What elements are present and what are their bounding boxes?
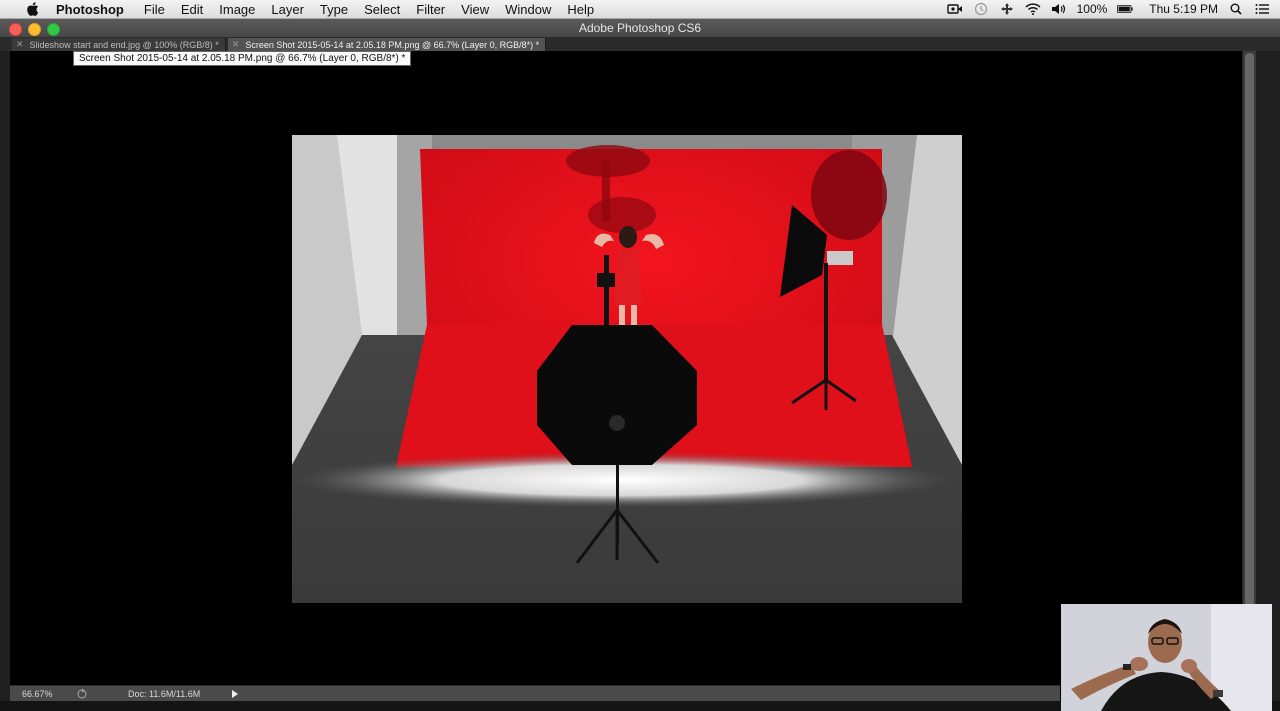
wifi-icon[interactable] — [1025, 2, 1041, 16]
menu-image[interactable]: Image — [219, 2, 255, 17]
time-machine-icon[interactable] — [973, 2, 989, 16]
close-window-button[interactable] — [9, 23, 22, 36]
screen-record-icon[interactable] — [946, 2, 963, 16]
window-title: Adobe Photoshop CS6 — [578, 21, 702, 35]
app-menu-photoshop[interactable]: Photoshop — [56, 2, 124, 17]
rotate-view-icon[interactable] — [76, 688, 88, 700]
status-bar: 66.67% Doc: 11.6M/11.6M — [10, 685, 1060, 702]
tab-label: Screen Shot 2015-05-14 at 2.05.18 PM.png… — [245, 39, 540, 50]
zoom-level[interactable]: 66.67% — [10, 689, 74, 699]
menu-select[interactable]: Select — [364, 2, 400, 17]
status-menus: 100% Thu 5:19 PM — [946, 0, 1270, 18]
presenter-webcam-overlay — [1061, 604, 1272, 711]
menu-filter[interactable]: Filter — [416, 2, 445, 17]
notification-center-icon[interactable] — [1254, 2, 1270, 16]
document-size-info[interactable]: Doc: 11.6M/11.6M — [128, 689, 200, 699]
battery-percent: 100% — [1076, 2, 1108, 16]
minimize-window-button[interactable] — [28, 23, 41, 36]
battery-icon[interactable] — [1117, 2, 1133, 16]
volume-icon[interactable] — [1051, 2, 1067, 16]
menu-view[interactable]: View — [461, 2, 489, 17]
presenter-video-frame — [1061, 604, 1272, 711]
left-panel-edge — [0, 51, 10, 711]
status-menu-arrow-icon[interactable] — [230, 689, 240, 699]
document-tab-slideshow[interactable]: ✕ Slideshow start and end.jpg @ 100% (RG… — [12, 38, 226, 51]
menu-window[interactable]: Window — [505, 2, 551, 17]
close-tab-icon[interactable]: ✕ — [16, 39, 24, 50]
document-image[interactable] — [292, 135, 962, 603]
spotlight-search-icon[interactable] — [1228, 2, 1244, 16]
zoom-window-button[interactable] — [47, 23, 60, 36]
window-controls — [9, 23, 60, 36]
scrollbar-thumb[interactable] — [1245, 53, 1254, 681]
tab-tooltip: Screen Shot 2015-05-14 at 2.05.18 PM.png… — [73, 51, 412, 66]
studio-illustration — [292, 135, 962, 603]
move-icon[interactable] — [999, 2, 1015, 16]
menu-help[interactable]: Help — [567, 2, 594, 17]
vertical-scrollbar[interactable] — [1242, 51, 1257, 685]
window-title-bar[interactable]: Adobe Photoshop CS6 — [0, 19, 1280, 37]
tab-label: Slideshow start and end.jpg @ 100% (RGB/… — [29, 39, 219, 50]
menu-edit[interactable]: Edit — [181, 2, 203, 17]
document-tab-screenshot[interactable]: ✕ Screen Shot 2015-05-14 at 2.05.18 PM.p… — [227, 38, 547, 51]
menu-file[interactable]: File — [144, 2, 165, 17]
menubar-clock[interactable]: Thu 5:19 PM — [1149, 2, 1218, 16]
document-tab-bar: ✕ Slideshow start and end.jpg @ 100% (RG… — [0, 37, 1280, 51]
menu-bar: Photoshop File Edit Image Layer Type Sel… — [0, 0, 1280, 19]
menu-type[interactable]: Type — [320, 2, 348, 17]
menu-layer[interactable]: Layer — [271, 2, 304, 17]
apple-icon[interactable] — [24, 0, 42, 18]
close-tab-icon[interactable]: ✕ — [232, 39, 240, 50]
